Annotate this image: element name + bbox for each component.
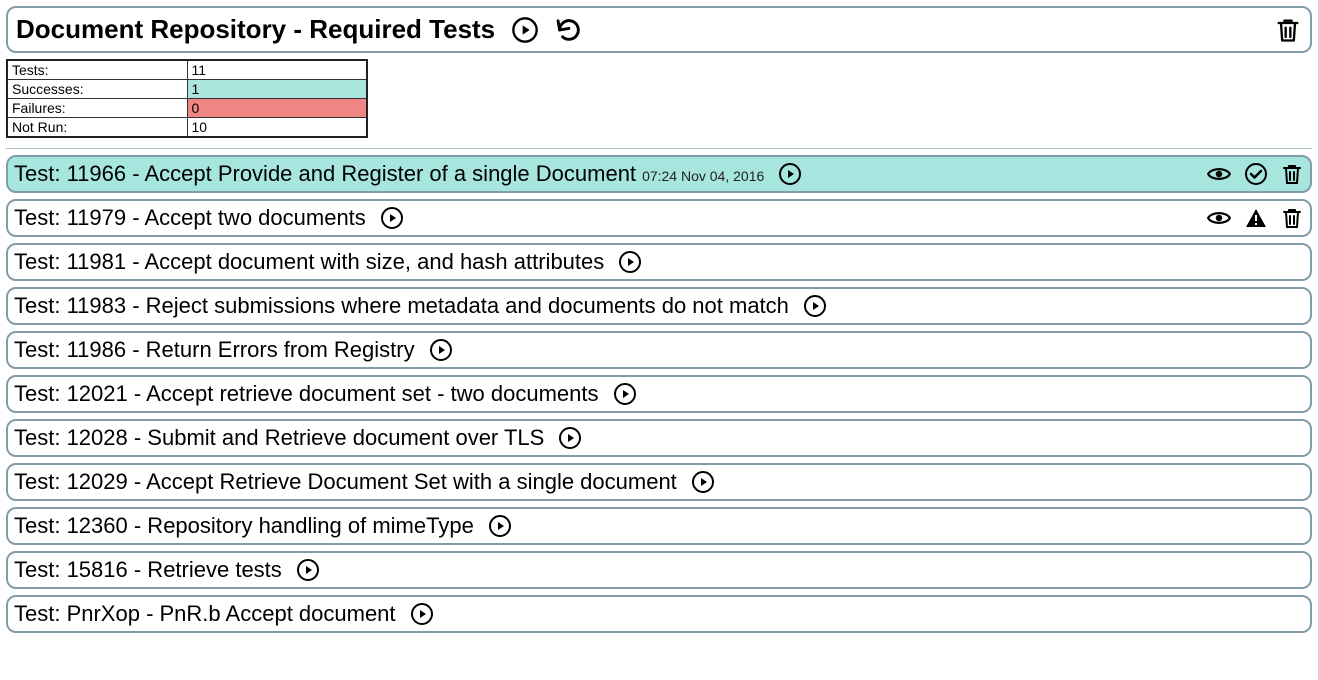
tests-list: Test: 11966 - Accept Provide and Registe… — [6, 155, 1312, 633]
test-row-left: Test: 12360 - Repository handling of mim… — [14, 513, 512, 539]
test-row[interactable]: Test: 11979 - Accept two documents — [6, 199, 1312, 237]
summary-tests-label: Tests: — [7, 60, 187, 80]
test-row[interactable]: Test: 11983 - Reject submissions where m… — [6, 287, 1312, 325]
summary-successes-label: Successes: — [7, 80, 187, 99]
test-row-left: Test: 12028 - Submit and Retrieve docume… — [14, 425, 582, 451]
test-title: Test: 12021 - Accept retrieve document s… — [14, 381, 599, 407]
refresh-icon[interactable] — [555, 16, 583, 44]
test-timestamp: 07:24 Nov 04, 2016 — [642, 168, 764, 184]
test-row-left: Test: 11986 - Return Errors from Registr… — [14, 337, 453, 363]
test-title: Test: 11966 - Accept Provide and Registe… — [14, 161, 636, 187]
test-row-right — [1206, 205, 1304, 231]
run-test-icon[interactable] — [803, 294, 827, 318]
delete-test-icon[interactable] — [1280, 162, 1304, 186]
run-test-icon[interactable] — [778, 162, 802, 186]
run-test-icon[interactable] — [613, 382, 637, 406]
test-row-left: Test: 12021 - Accept retrieve document s… — [14, 381, 637, 407]
run-test-icon[interactable] — [488, 514, 512, 538]
test-title: Test: 11981 - Accept document with size,… — [14, 249, 604, 275]
test-title: Test: 11979 - Accept two documents — [14, 205, 366, 231]
header-panel: Document Repository - Required Tests — [6, 6, 1312, 53]
delete-all-icon[interactable] — [1274, 16, 1302, 44]
test-row-left: Test: 15816 - Retrieve tests — [14, 557, 320, 583]
test-title: Test: 15816 - Retrieve tests — [14, 557, 282, 583]
test-title: Test: 12029 - Accept Retrieve Document S… — [14, 469, 677, 495]
run-test-icon[interactable] — [410, 602, 434, 626]
delete-test-icon[interactable] — [1280, 206, 1304, 230]
page-title: Document Repository - Required Tests — [16, 14, 495, 45]
view-icon[interactable] — [1206, 161, 1232, 187]
test-title: Test: PnrXop - PnR.b Accept document — [14, 601, 396, 627]
test-title: Test: 11983 - Reject submissions where m… — [14, 293, 789, 319]
test-row-left: Test: 11983 - Reject submissions where m… — [14, 293, 827, 319]
test-row[interactable]: Test: PnrXop - PnR.b Accept document — [6, 595, 1312, 633]
test-row-left: Test: 12029 - Accept Retrieve Document S… — [14, 469, 715, 495]
run-test-icon[interactable] — [558, 426, 582, 450]
test-title: Test: 12028 - Submit and Retrieve docume… — [14, 425, 544, 451]
summary-successes-value: 1 — [187, 80, 367, 99]
run-all-icon[interactable] — [511, 16, 539, 44]
summary-failures-label: Failures: — [7, 99, 187, 118]
run-test-icon[interactable] — [429, 338, 453, 362]
run-test-icon[interactable] — [691, 470, 715, 494]
test-row-left: Test: PnrXop - PnR.b Accept document — [14, 601, 434, 627]
summary-notrun-label: Not Run: — [7, 118, 187, 138]
separator — [6, 148, 1312, 149]
test-row[interactable]: Test: 11966 - Accept Provide and Registe… — [6, 155, 1312, 193]
test-row[interactable]: Test: 12028 - Submit and Retrieve docume… — [6, 419, 1312, 457]
test-title: Test: 12360 - Repository handling of mim… — [14, 513, 474, 539]
test-row-left: Test: 11979 - Accept two documents — [14, 205, 404, 231]
warning-icon — [1244, 206, 1268, 230]
summary-notrun-value: 10 — [187, 118, 367, 138]
test-row[interactable]: Test: 12021 - Accept retrieve document s… — [6, 375, 1312, 413]
header-left: Document Repository - Required Tests — [16, 14, 583, 45]
test-row[interactable]: Test: 12029 - Accept Retrieve Document S… — [6, 463, 1312, 501]
test-row[interactable]: Test: 11986 - Return Errors from Registr… — [6, 331, 1312, 369]
run-test-icon[interactable] — [618, 250, 642, 274]
success-icon — [1244, 162, 1268, 186]
summary-table: Tests: 11 Successes: 1 Failures: 0 Not R… — [6, 59, 368, 138]
test-row[interactable]: Test: 12360 - Repository handling of mim… — [6, 507, 1312, 545]
run-test-icon[interactable] — [380, 206, 404, 230]
view-icon[interactable] — [1206, 205, 1232, 231]
test-title: Test: 11986 - Return Errors from Registr… — [14, 337, 415, 363]
summary-failures-value: 0 — [187, 99, 367, 118]
test-row[interactable]: Test: 11981 - Accept document with size,… — [6, 243, 1312, 281]
test-row-right — [1206, 161, 1304, 187]
run-test-icon[interactable] — [296, 558, 320, 582]
test-row-left: Test: 11966 - Accept Provide and Registe… — [14, 161, 802, 187]
test-row-left: Test: 11981 - Accept document with size,… — [14, 249, 642, 275]
test-row[interactable]: Test: 15816 - Retrieve tests — [6, 551, 1312, 589]
summary-tests-value: 11 — [187, 60, 367, 80]
